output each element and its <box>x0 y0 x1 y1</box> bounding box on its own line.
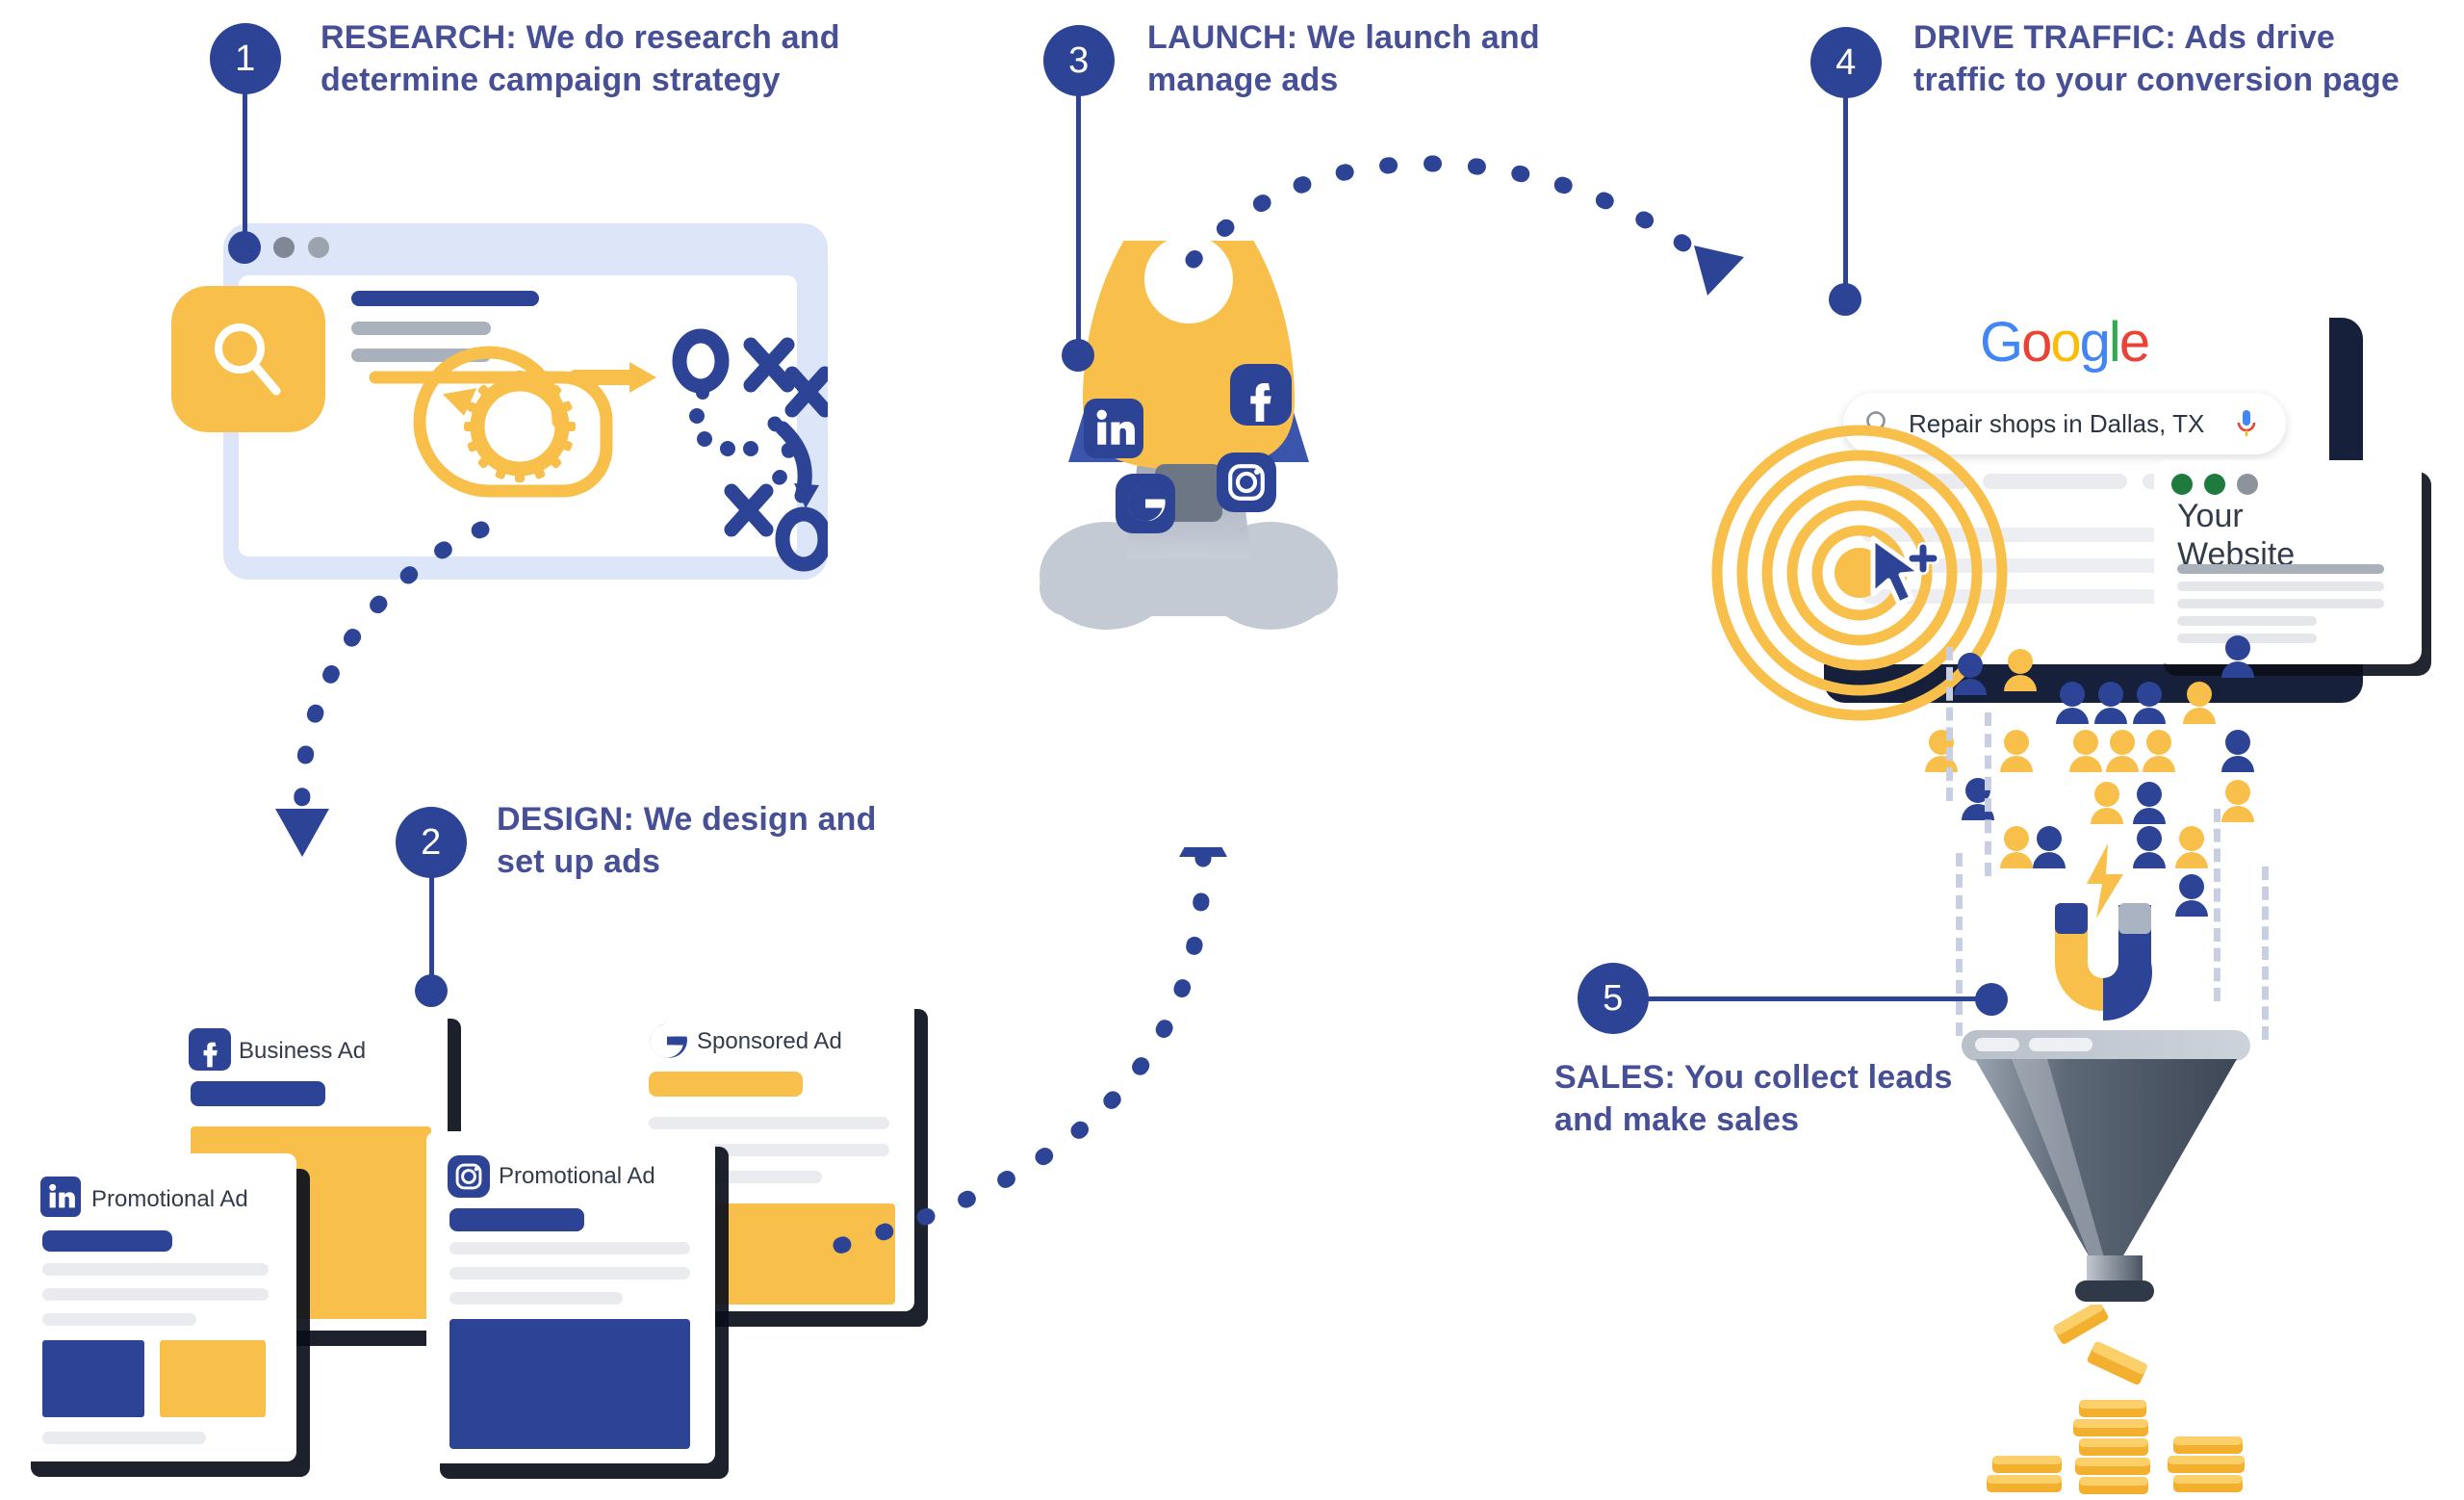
website-line-1 <box>2177 582 2384 591</box>
google-logo-l: l <box>2108 311 2121 374</box>
falling-coins-icon <box>2053 1305 2147 1385</box>
step-1-endpoint <box>228 231 261 264</box>
step-3-title: LAUNCH: <box>1147 19 1298 56</box>
ad-card-instagram-image <box>449 1319 690 1449</box>
magnifier-icon <box>215 323 281 396</box>
funnel-guide-line-5 <box>2262 866 2269 1040</box>
step-1-caption: RESEARCH: We do research and determine c… <box>321 17 860 101</box>
step-5-connector <box>1648 996 1989 1001</box>
website-dot-green-2 <box>2204 474 2225 495</box>
ad-card-linkedin-bar <box>42 1230 172 1252</box>
ad-card-linkedin-image-blue <box>42 1340 144 1417</box>
rocket-google-g-icon <box>1116 474 1175 533</box>
google-logo-e: e <box>2118 311 2150 374</box>
step-4-badge[interactable]: 4 <box>1810 27 1882 98</box>
google-logo: Google <box>1980 310 2150 375</box>
ad-card-linkedin-image-yellow <box>160 1340 266 1417</box>
ad-card-facebook-label: Business Ad <box>239 1038 367 1064</box>
website-line-3 <box>2177 616 2317 626</box>
coin-stack-left <box>1987 1456 2062 1492</box>
ad-card-linkedin-footer-bar <box>42 1432 206 1444</box>
step-5-caption: SALES: You collect leads and make sales <box>1554 1057 1959 1141</box>
rocket-instagram-icon <box>1217 453 1276 512</box>
path-launch-to-traffic <box>1185 155 1744 296</box>
step-4-title: DRIVE TRAFFIC: <box>1913 19 2176 56</box>
coin-stack-icon <box>1987 1400 2245 1494</box>
funnel-guide-line-1 <box>1946 647 1953 801</box>
step-4-number: 4 <box>1835 41 1857 83</box>
cursor-plus-icon <box>1870 535 1939 607</box>
ad-card-facebook-bar <box>191 1081 325 1106</box>
step-2-title: DESIGN: <box>497 801 635 838</box>
coin-stack-right <box>2168 1436 2245 1492</box>
google-g-icon <box>650 1023 687 1058</box>
path-design-to-launch <box>809 847 1227 1260</box>
ad-card-instagram-line-1 <box>449 1242 690 1254</box>
window-dot-gray-1 <box>273 237 295 258</box>
step-2-badge[interactable]: 2 <box>396 807 467 878</box>
website-heading-bar <box>2177 564 2384 574</box>
step-5-badge[interactable]: 5 <box>1578 963 1649 1034</box>
funnel-guide-line-2 <box>1985 712 1991 876</box>
step-3-badge[interactable]: 3 <box>1043 25 1115 96</box>
google-logo-o1: o <box>2021 311 2052 374</box>
facebook-icon <box>189 1028 231 1071</box>
step-3-number: 3 <box>1068 39 1090 81</box>
step-4-caption: DRIVE TRAFFIC: Ads drive traffic to your… <box>1913 17 2433 101</box>
step-2-number: 2 <box>421 821 442 863</box>
ad-card-instagram-line-3 <box>449 1292 623 1305</box>
step-5-number: 5 <box>1603 977 1624 1019</box>
funnel-guide-line-4 <box>2214 809 2220 1001</box>
step-4-endpoint <box>1829 283 1861 316</box>
step-1-title: RESEARCH: <box>321 19 517 56</box>
website-dot-gray <box>2237 474 2258 495</box>
google-logo-g1: G <box>1980 311 2023 374</box>
ad-card-instagram-bar <box>449 1208 584 1231</box>
ad-card-instagram-line-2 <box>449 1267 690 1280</box>
step-3-endpoint <box>1062 339 1094 372</box>
your-website-card-dots <box>2171 474 2258 495</box>
window-dot-gray-2 <box>308 237 329 258</box>
step-2-connector <box>429 866 434 992</box>
google-logo-g2: g <box>2079 311 2111 374</box>
infographic-canvas: 1 RESEARCH: We do research and determine… <box>0 0 2464 1497</box>
google-logo-o2: o <box>2050 311 2081 374</box>
ad-card-linkedin-line-2 <box>42 1288 269 1301</box>
funnel-guide-line-3 <box>1956 853 1963 1036</box>
step-2-endpoint <box>415 974 448 1007</box>
step-1-number: 1 <box>235 38 256 79</box>
website-line-2 <box>2177 599 2384 608</box>
ad-card-instagram-label: Promotional Ad <box>499 1163 655 1189</box>
website-dot-green-1 <box>2171 474 2193 495</box>
your-website-title-line1: Your <box>2177 498 2244 534</box>
lightning-bolt-icon <box>2087 843 2123 918</box>
microphone-icon[interactable] <box>2234 407 2259 440</box>
ad-card-linkedin-label: Promotional Ad <box>91 1186 248 1212</box>
rocket-linkedin-icon <box>1084 399 1143 458</box>
step-3-connector <box>1076 60 1081 358</box>
step-1-badge[interactable]: 1 <box>210 23 281 94</box>
linkedin-icon <box>40 1177 81 1217</box>
ad-card-linkedin-line-1 <box>42 1263 269 1276</box>
step-5-endpoint <box>1975 983 2008 1016</box>
step-5-title: SALES: <box>1554 1059 1676 1096</box>
instagram-icon <box>448 1155 490 1198</box>
your-website-title: Your Website <box>2177 497 2295 574</box>
step-3-caption: LAUNCH: We launch and manage ads <box>1147 17 1552 101</box>
step-2-caption: DESIGN: We design and set up ads <box>497 799 882 883</box>
ad-card-linkedin-line-3 <box>42 1313 196 1326</box>
research-search-tile <box>171 286 325 432</box>
coin-stack-center <box>2073 1400 2150 1494</box>
